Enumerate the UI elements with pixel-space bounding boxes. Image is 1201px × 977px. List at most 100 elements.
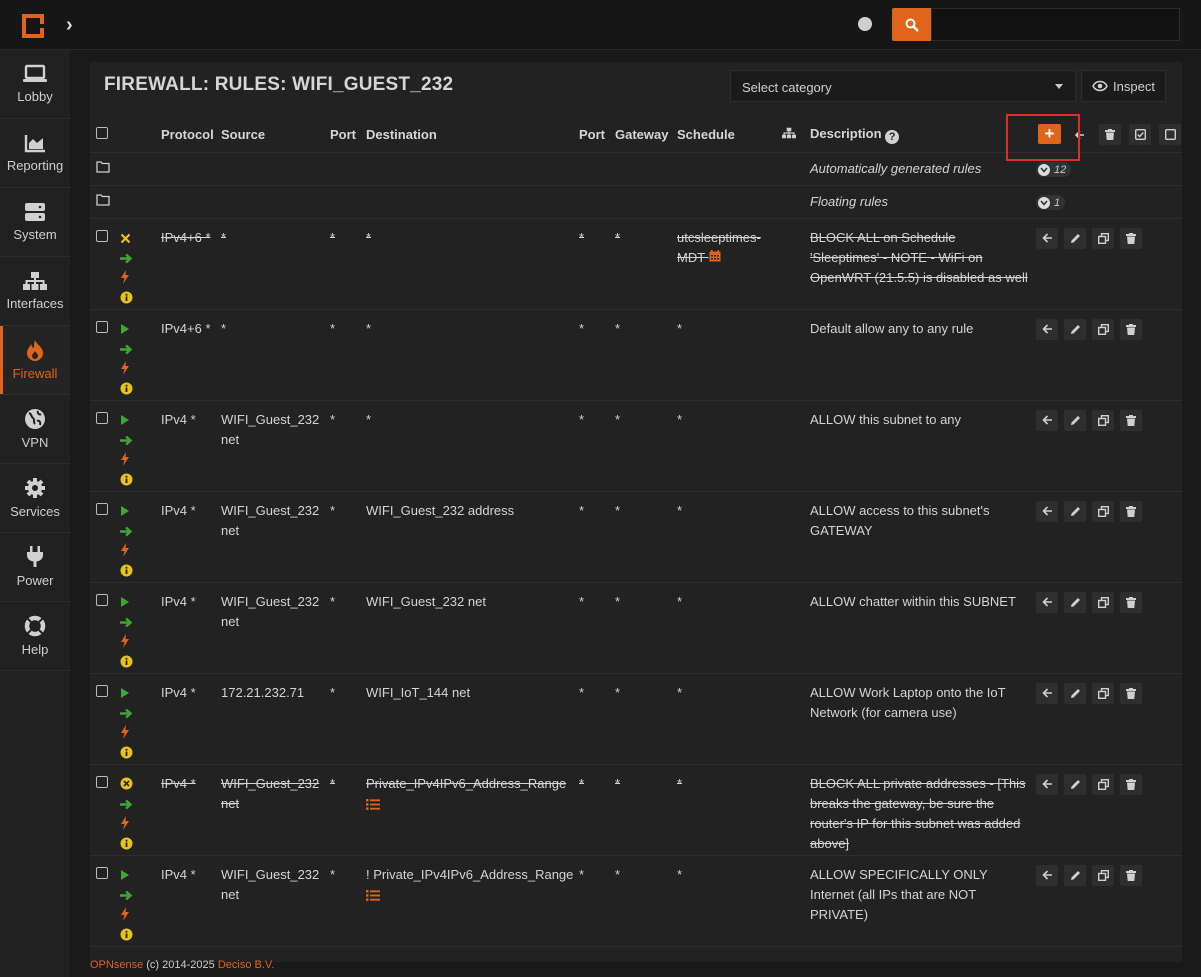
delete-rule-button[interactable] (1120, 409, 1142, 431)
alias-list-icon[interactable] (366, 889, 380, 904)
delete-rule-button[interactable] (1120, 591, 1142, 613)
delete-rule-button[interactable] (1120, 864, 1142, 886)
search-input[interactable] (931, 8, 1180, 41)
select-all-checkbox[interactable] (96, 127, 108, 140)
info-icon[interactable] (120, 563, 161, 579)
alias-list-icon[interactable] (366, 798, 380, 813)
sitemap-icon[interactable] (782, 127, 796, 139)
sidebar-toggle-chevron-icon[interactable]: › (66, 14, 73, 37)
sidebar-item-interfaces[interactable]: Interfaces (0, 257, 70, 326)
sidebar-item-lobby[interactable]: Lobby (0, 50, 70, 119)
row-checkbox[interactable] (96, 229, 108, 242)
table-row[interactable]: IPv4+6 * * * * * * * Default allow any to any r… (90, 309, 1182, 401)
pass-play-icon[interactable] (120, 594, 161, 610)
info-icon[interactable] (120, 290, 161, 306)
status-dot-icon[interactable] (858, 17, 872, 31)
clone-rule-button[interactable] (1092, 864, 1114, 886)
pass-play-icon[interactable] (120, 321, 161, 337)
edit-rule-button[interactable] (1064, 318, 1086, 340)
edit-rule-button[interactable] (1064, 591, 1086, 613)
edit-rule-button[interactable] (1064, 864, 1086, 886)
move-before-button[interactable] (1036, 773, 1058, 795)
edit-rule-button[interactable] (1064, 682, 1086, 704)
enable-selected-button[interactable] (1129, 124, 1151, 146)
row-checkbox[interactable] (96, 866, 108, 879)
block-circle-icon[interactable] (120, 776, 161, 792)
sidebar-item-system[interactable]: System (0, 188, 70, 257)
info-icon[interactable] (120, 381, 161, 397)
table-row[interactable]: IPv4 * WIFI_Guest_232 net * WIFI_Guest_232 … (90, 582, 1182, 674)
edit-rule-button[interactable] (1064, 409, 1086, 431)
delete-rule-button[interactable] (1120, 773, 1142, 795)
table-row[interactable]: IPv4 * WIFI_Guest_232 net * * * * * ALLOW this … (90, 400, 1182, 492)
row-checkbox[interactable] (96, 411, 108, 424)
footer-brand[interactable]: OPNsense (90, 959, 143, 971)
table-row[interactable]: IPv4+6 * * * * * * utcsleeptimes-MDT BLOCK ALL… (90, 218, 1182, 310)
sidebar-item-firewall[interactable]: Firewall (0, 326, 70, 395)
move-before-button[interactable] (1036, 864, 1058, 886)
calendar-icon[interactable] (709, 249, 721, 265)
column-source[interactable]: Source (221, 118, 330, 153)
pass-play-icon[interactable] (120, 412, 161, 428)
column-schedule[interactable]: Schedule (677, 118, 782, 153)
clone-rule-button[interactable] (1092, 682, 1114, 704)
column-protocol[interactable]: Protocol (161, 118, 221, 153)
inspect-button[interactable]: Inspect (1081, 70, 1166, 102)
info-icon[interactable] (120, 927, 161, 943)
rule-count-badge[interactable]: 1 (1036, 195, 1066, 210)
move-before-button[interactable] (1036, 591, 1058, 613)
column-description[interactable]: Description (810, 126, 882, 141)
sidebar-item-help[interactable]: Help (0, 602, 70, 671)
folder-icon[interactable] (96, 193, 110, 206)
delete-selected-button[interactable] (1099, 124, 1121, 146)
delete-rule-button[interactable] (1120, 500, 1142, 522)
sidebar-item-vpn[interactable]: VPN (0, 395, 70, 464)
info-icon[interactable] (120, 472, 161, 488)
move-before-button[interactable] (1036, 682, 1058, 704)
clone-rule-button[interactable] (1092, 409, 1114, 431)
clone-rule-button[interactable] (1092, 773, 1114, 795)
sidebar-item-services[interactable]: Services (0, 464, 70, 533)
pass-play-icon[interactable] (120, 503, 161, 519)
row-checkbox[interactable] (96, 502, 108, 515)
folder-icon[interactable] (96, 160, 110, 173)
clone-rule-button[interactable] (1092, 227, 1114, 249)
edit-rule-button[interactable] (1064, 773, 1086, 795)
delete-rule-button[interactable] (1120, 318, 1142, 340)
move-before-button[interactable] (1036, 318, 1058, 340)
opnsense-logo-icon[interactable] (18, 12, 48, 40)
pass-play-icon[interactable] (120, 685, 161, 701)
row-checkbox[interactable] (96, 684, 108, 697)
move-before-button[interactable] (1036, 409, 1058, 431)
column-port[interactable]: Port (579, 118, 615, 153)
info-icon[interactable] (120, 836, 161, 852)
move-before-button[interactable] (1036, 227, 1058, 249)
disable-selected-button[interactable] (1159, 124, 1181, 146)
info-icon[interactable] (120, 745, 161, 761)
edit-rule-button[interactable] (1064, 500, 1086, 522)
search-button[interactable] (892, 8, 931, 41)
table-row[interactable]: IPv4 * WIFI_Guest_232 net * WIFI_Guest_232 … (90, 491, 1182, 583)
category-select[interactable]: Select category (730, 70, 1076, 102)
clone-rule-button[interactable] (1092, 318, 1114, 340)
column-port[interactable]: Port (330, 118, 366, 153)
table-row[interactable]: IPv4 * WIFI_Guest_232 net *! Private_IPv4I… (90, 855, 1182, 947)
table-row[interactable]: IPv4 * WIFI_Guest_232 net * Private_IPv4IPv… (90, 764, 1182, 856)
delete-rule-button[interactable] (1120, 227, 1142, 249)
delete-rule-button[interactable] (1120, 682, 1142, 704)
row-checkbox[interactable] (96, 320, 108, 333)
footer-company[interactable]: Deciso B.V. (218, 959, 274, 971)
rule-count-badge[interactable]: 12 (1036, 162, 1072, 177)
column-destination[interactable]: Destination (366, 118, 579, 153)
pass-play-icon[interactable] (120, 867, 161, 883)
sidebar-item-reporting[interactable]: Reporting (0, 119, 70, 188)
move-before-button[interactable] (1036, 500, 1058, 522)
table-row[interactable]: Floating rules 1 (90, 185, 1182, 219)
help-icon[interactable]: ? (885, 129, 900, 144)
row-checkbox[interactable] (96, 593, 108, 606)
info-icon[interactable] (120, 654, 161, 670)
row-checkbox[interactable] (96, 775, 108, 788)
sidebar-item-power[interactable]: Power (0, 533, 70, 602)
clone-rule-button[interactable] (1092, 591, 1114, 613)
edit-rule-button[interactable] (1064, 227, 1086, 249)
